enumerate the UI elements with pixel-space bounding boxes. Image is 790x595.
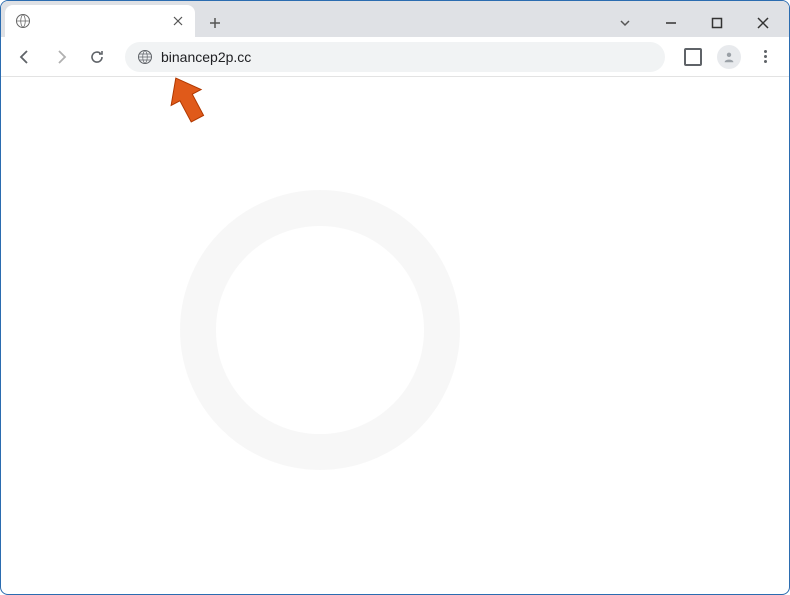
extensions-button[interactable] [679,43,707,71]
watermark-text: risk.com [18,471,772,595]
maximize-button[interactable] [703,9,731,37]
address-bar[interactable]: binancep2p.cc [125,42,665,72]
browser-tab[interactable] [5,5,195,37]
back-button[interactable] [11,43,39,71]
minimize-button[interactable] [657,9,685,37]
watermark-circle [180,190,460,470]
reload-button[interactable] [83,43,111,71]
new-tab-button[interactable] [201,9,229,37]
forward-button[interactable] [47,43,75,71]
close-button[interactable] [749,9,777,37]
tab-close-icon[interactable] [171,14,185,28]
menu-button[interactable] [751,43,779,71]
chevron-down-icon[interactable] [611,9,639,37]
site-info-icon[interactable] [137,49,153,65]
globe-icon [15,13,31,29]
url-text: binancep2p.cc [161,49,251,65]
profile-button[interactable] [715,43,743,71]
